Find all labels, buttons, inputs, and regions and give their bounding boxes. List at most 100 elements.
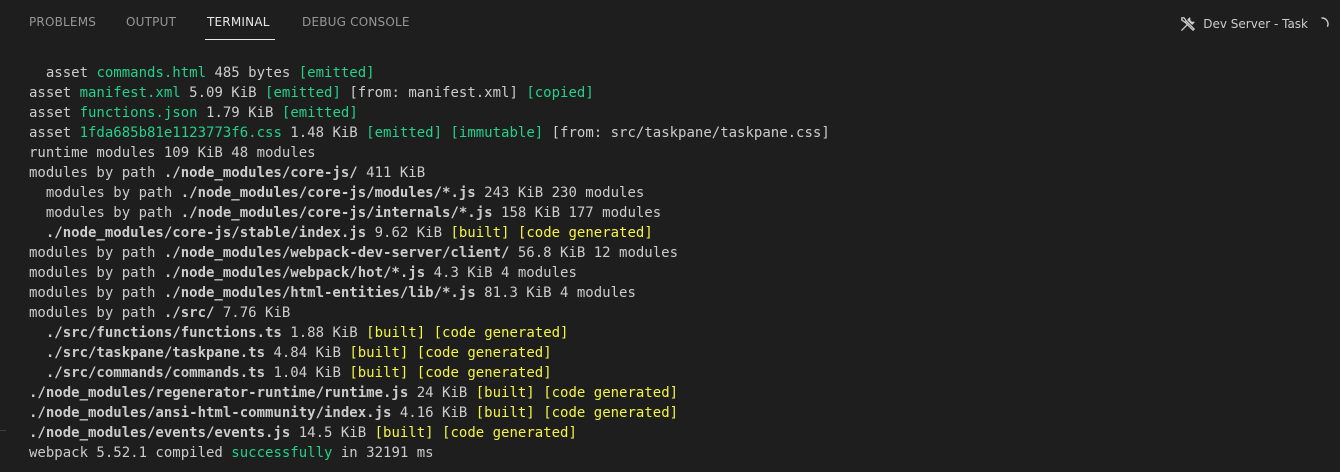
terminal-text-segment: [code generated]: [543, 405, 679, 421]
terminal-text-segment: ./node_modules/events/events.js: [29, 425, 291, 441]
terminal-text-segment: 7.76 KiB: [214, 305, 291, 321]
terminal-text-segment: ./src/: [163, 305, 215, 321]
terminal-line: modules by path ./node_modules/html-enti…: [29, 283, 1319, 303]
terminal-line: runtime modules 109 KiB 48 modules: [29, 143, 1319, 163]
terminal-text-segment: modules by path: [29, 165, 164, 181]
terminal-text-segment: [built]: [450, 225, 510, 241]
tab-terminal[interactable]: TERMINAL: [207, 15, 270, 29]
terminal-line: modules by path ./node_modules/webpack/h…: [29, 263, 1319, 283]
terminal-text-segment: [from: manifest.xml]: [340, 85, 527, 101]
terminal-text-segment: [code generated]: [416, 345, 552, 361]
terminal-text-segment: [code generated]: [543, 385, 679, 401]
terminal-text-segment: commands.html: [96, 65, 207, 81]
terminal-text-segment: webpack 5.52.1 compiled: [29, 445, 232, 461]
terminal-text-segment: ./src/functions/functions.ts: [29, 325, 282, 341]
terminal-text-segment: [code generated]: [433, 325, 569, 341]
terminal-text-segment: [built]: [374, 425, 434, 441]
terminal-line: modules by path ./node_modules/core-js/m…: [29, 183, 1319, 203]
terminal-text-segment: [emitted]: [366, 125, 443, 141]
terminal-text-segment: [built]: [366, 325, 426, 341]
terminal-text-segment: ./node_modules/ansi-html-community/index…: [29, 405, 392, 421]
terminal-text-segment: 5.09 KiB: [180, 85, 266, 101]
terminal-text-segment: ./node_modules/webpack-dev-server/client…: [163, 245, 510, 261]
terminal-text-segment: 56.8 KiB 12 modules: [509, 245, 679, 261]
terminal-text-segment: ./node_modules/core-js/stable/index.js: [29, 225, 367, 241]
terminal-text-segment: 4.84 KiB: [265, 345, 350, 361]
terminal-text-segment: ./node_modules/core-js/modules/*.js: [180, 185, 476, 201]
active-tab-indicator: [205, 39, 275, 40]
terminal-line: asset functions.json 1.79 KiB [emitted]: [29, 103, 1319, 123]
terminal-text-segment: 14.5 KiB: [290, 425, 375, 441]
task-selector[interactable]: Dev Server - Task: [1179, 12, 1330, 36]
terminal-text-segment: 158 KiB 177 modules: [492, 205, 662, 221]
terminal-text-segment: ./node_modules/webpack/hot/*.js: [163, 265, 426, 281]
gutter-marker: [0, 430, 6, 431]
terminal-line: webpack 5.52.1 compiled successfully in …: [29, 443, 1319, 463]
terminal-text-segment: 4.3 KiB 4 modules: [425, 265, 577, 281]
terminal-text-segment: ./src/commands/commands.ts: [29, 365, 266, 381]
panel-tab-bar: PROBLEMS OUTPUT TERMINAL DEBUG CONSOLE D…: [0, 0, 1340, 48]
terminal-text-segment: 81.3 KiB 4 modules: [475, 285, 636, 301]
terminal-text-segment: modules by path: [29, 285, 164, 301]
terminal-text-segment: [built]: [349, 365, 409, 381]
terminal-text-segment: in 32191 ms: [332, 445, 434, 461]
terminal-line: modules by path ./node_modules/core-js/i…: [29, 203, 1319, 223]
terminal-text-segment: [from: src/taskpane/taskpane.css]: [543, 125, 830, 141]
tab-output[interactable]: OUTPUT: [126, 15, 176, 29]
terminal-output[interactable]: asset commands.html 485 bytes [emitted] a…: [29, 63, 1319, 463]
terminal-text-segment: 1.04 KiB: [265, 365, 350, 381]
tab-problems[interactable]: PROBLEMS: [29, 15, 96, 29]
terminal-text-segment: [code generated]: [517, 225, 653, 241]
terminal-text-segment: asset: [29, 65, 97, 81]
terminal-text-segment: [immutable]: [450, 125, 544, 141]
terminal-text-segment: 485 bytes: [206, 65, 299, 81]
terminal-line: modules by path ./node_modules/webpack-d…: [29, 243, 1319, 263]
terminal-text-segment: [emitted]: [265, 85, 341, 101]
terminal-text-segment: [code generated]: [416, 365, 552, 381]
terminal-text-segment: functions.json: [79, 105, 198, 121]
terminal-text-segment: [built]: [349, 345, 409, 361]
terminal-text-segment: 9.62 KiB: [366, 225, 451, 241]
terminal-text-segment: 1.88 KiB: [281, 325, 367, 341]
terminal-text-segment: modules by path: [29, 205, 181, 221]
terminal-line: ./node_modules/core-js/stable/index.js 9…: [29, 223, 1319, 243]
terminal-panel: PROBLEMS OUTPUT TERMINAL DEBUG CONSOLE D…: [0, 0, 1340, 472]
terminal-line: ./node_modules/regenerator-runtime/runti…: [29, 383, 1319, 403]
terminal-line: asset commands.html 485 bytes [emitted]: [29, 63, 1319, 83]
terminal-text-segment: 411 KiB: [357, 165, 426, 181]
terminal-text-segment: [built]: [475, 385, 535, 401]
terminal-text-segment: 243 KiB 230 modules: [475, 185, 645, 201]
terminal-text-segment: 24 KiB: [408, 385, 476, 401]
terminal-text-segment: successfully: [231, 445, 333, 461]
terminal-line: ./node_modules/ansi-html-community/index…: [29, 403, 1319, 423]
tab-debug-console[interactable]: DEBUG CONSOLE: [302, 15, 410, 29]
terminal-text-segment: 1fda685b81e1123773f6.css: [79, 125, 282, 141]
terminal-text-segment: [emitted]: [298, 65, 375, 81]
tools-icon: [1179, 15, 1197, 33]
terminal-line: modules by path ./node_modules/core-js/ …: [29, 163, 1319, 183]
terminal-line: ./src/functions/functions.ts 1.88 KiB [b…: [29, 323, 1319, 343]
terminal-text-segment: 4.16 KiB: [391, 405, 476, 421]
terminal-line: ./src/taskpane/taskpane.ts 4.84 KiB [bui…: [29, 343, 1319, 363]
terminal-text-segment: manifest.xml: [79, 85, 181, 101]
terminal-line: asset manifest.xml 5.09 KiB [emitted] [f…: [29, 83, 1319, 103]
terminal-line: ./node_modules/events/events.js 14.5 KiB…: [29, 423, 1319, 443]
terminal-text-segment: asset: [29, 85, 80, 101]
terminal-text-segment: asset: [29, 125, 80, 141]
terminal-text-segment: ./src/taskpane/taskpane.ts: [29, 345, 266, 361]
terminal-line: asset 1fda685b81e1123773f6.css 1.48 KiB …: [29, 123, 1319, 143]
terminal-text-segment: runtime modules 109 KiB 48 modules: [29, 145, 316, 161]
terminal-text-segment: ./node_modules/regenerator-runtime/runti…: [29, 385, 409, 401]
terminal-line: modules by path ./src/ 7.76 KiB: [29, 303, 1319, 323]
terminal-text-segment: 1.48 KiB: [281, 125, 367, 141]
terminal-text-segment: [built]: [475, 405, 535, 421]
terminal-text-segment: modules by path: [29, 245, 164, 261]
terminal-text-segment: ./node_modules/core-js/: [163, 165, 358, 181]
spinner-icon: [1314, 16, 1330, 32]
terminal-text-segment: [emitted]: [281, 105, 358, 121]
